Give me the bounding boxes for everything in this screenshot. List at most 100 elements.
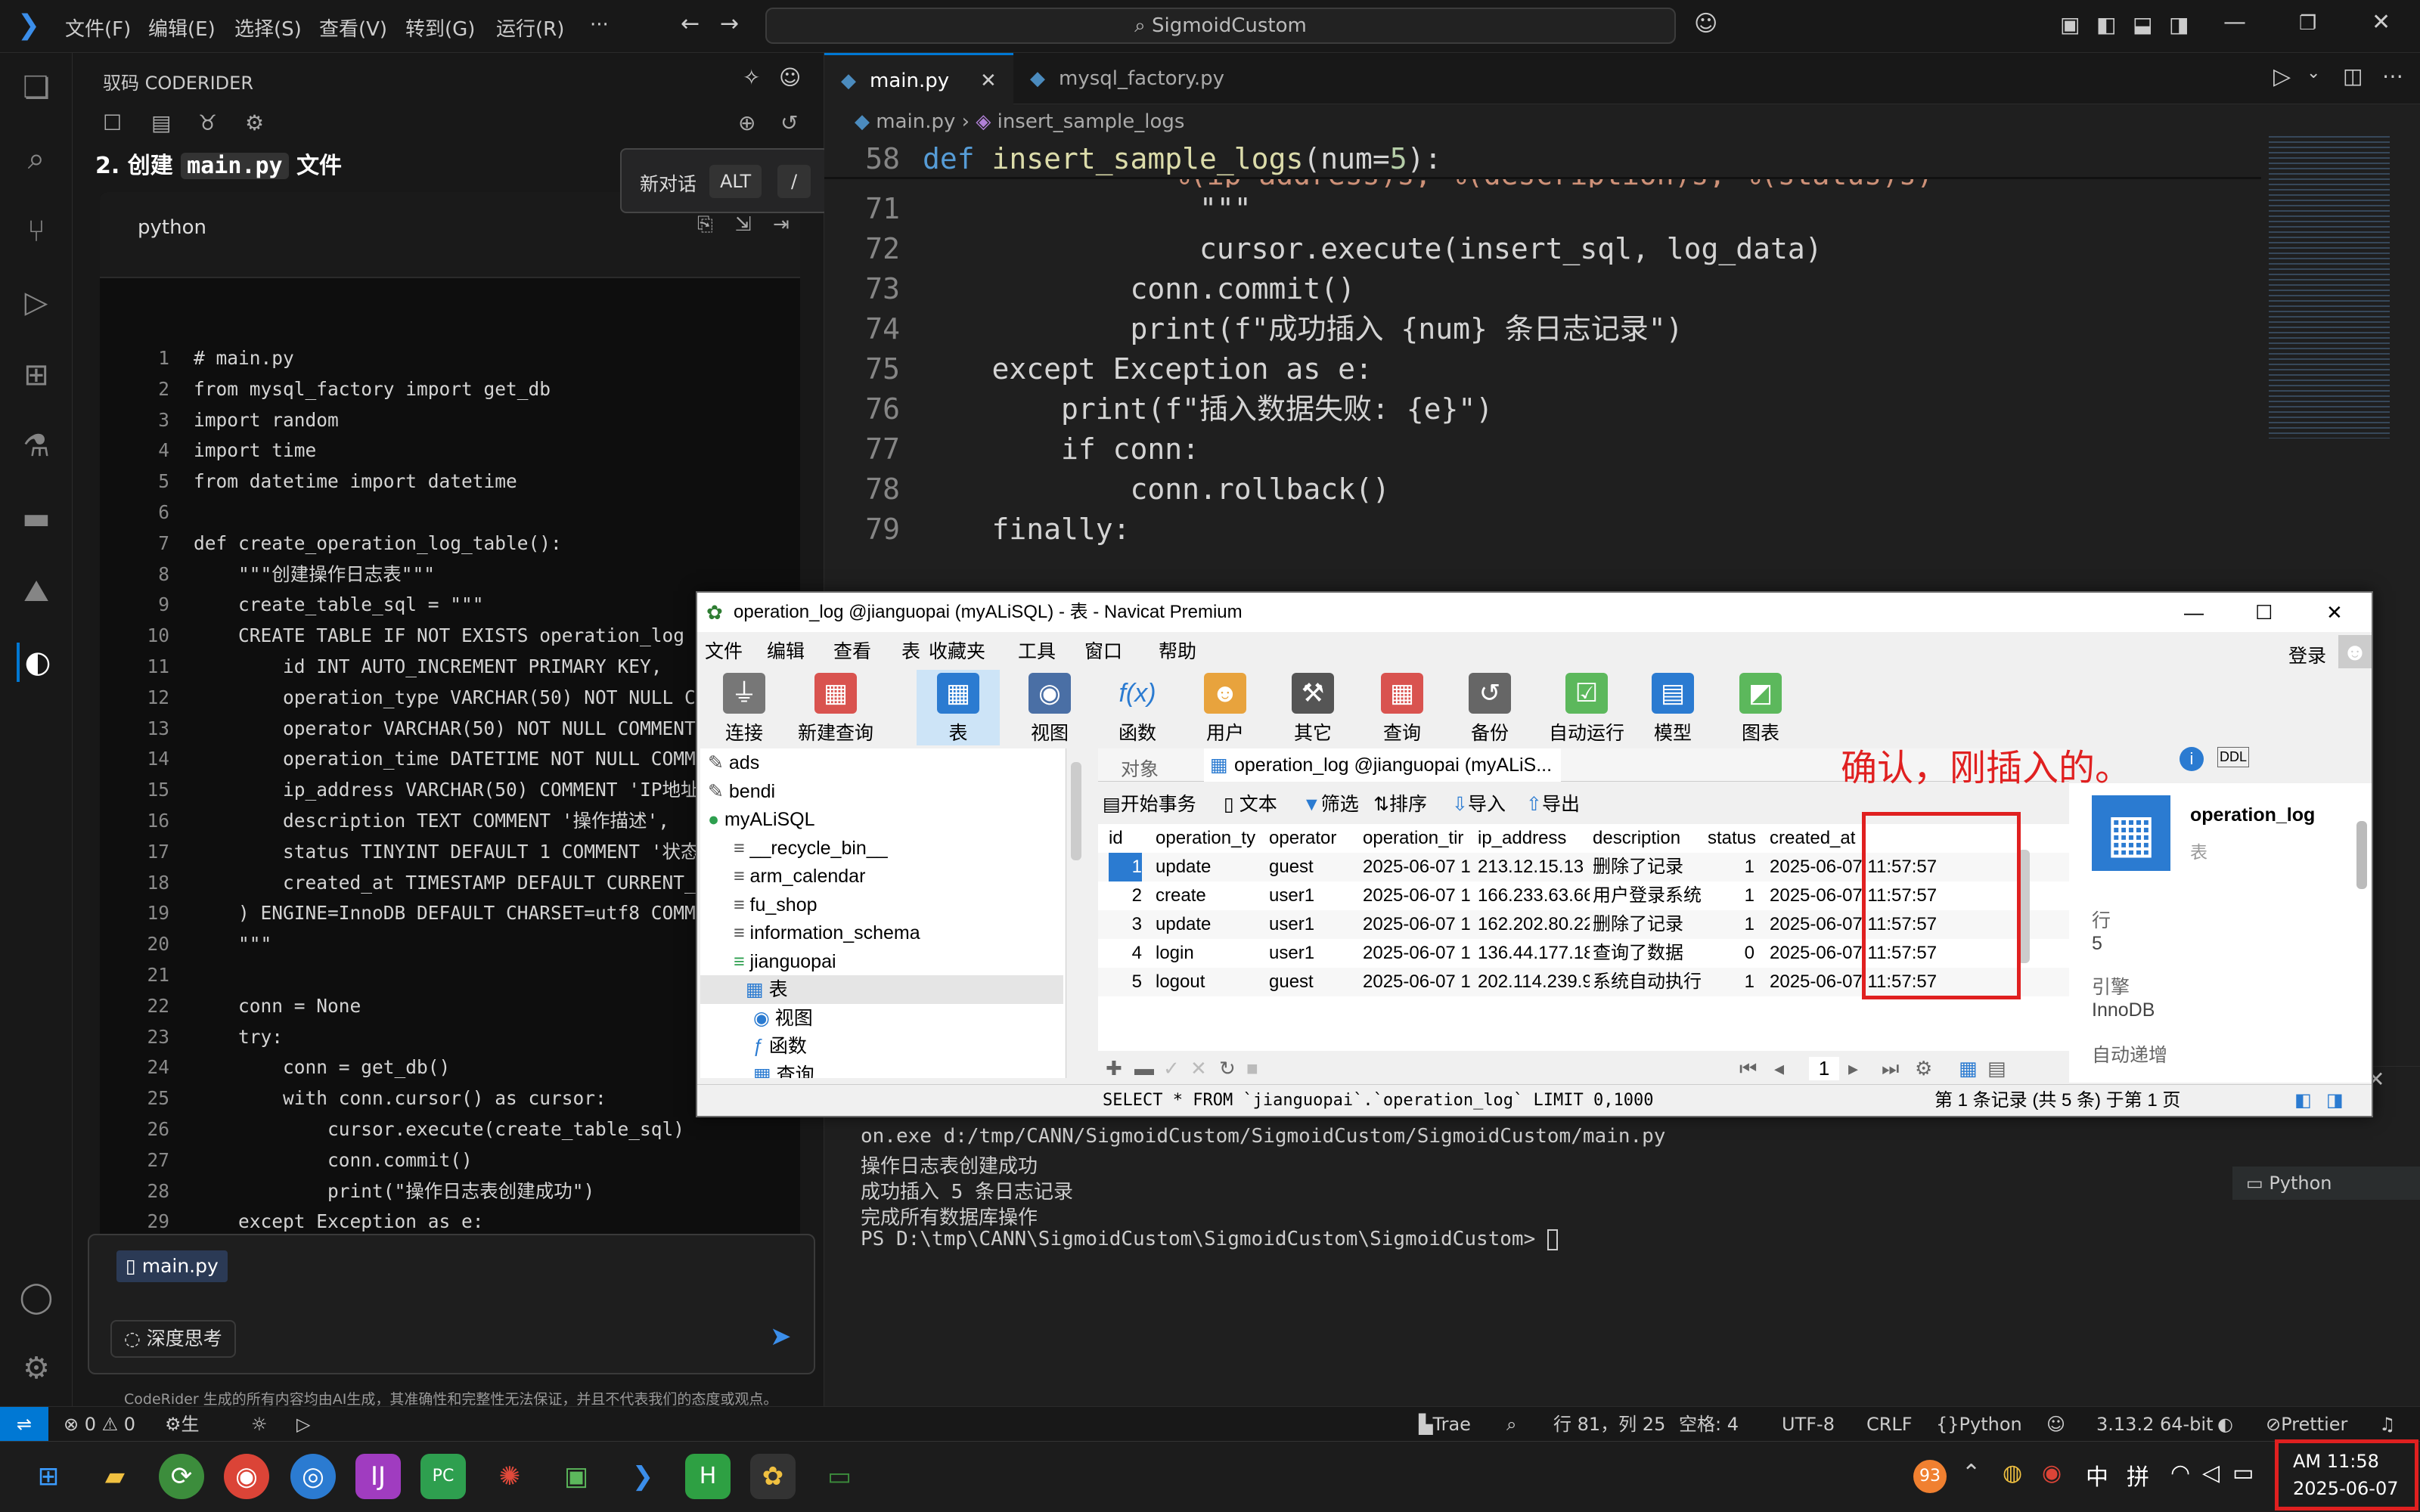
coderider-status-icon[interactable]: ◐ <box>2217 1407 2233 1442</box>
filter-button[interactable]: ▼筛选 <box>1302 789 1359 816</box>
menu-table[interactable]: 表 <box>901 637 920 664</box>
tree-node[interactable]: ✎ ads <box>708 748 759 777</box>
grid-view-icon[interactable]: ▦ <box>1959 1057 1978 1080</box>
table-cell[interactable]: 1 <box>1708 881 1754 910</box>
attachment-chip[interactable]: ▯ main.py <box>116 1250 228 1282</box>
navicat-taskbar-icon[interactable]: ✿ <box>750 1454 796 1499</box>
editor-line[interactable]: 74 print(f"成功插入 {num} 条日志记录") <box>824 309 2261 349</box>
table-cell[interactable]: 2025-06-07 1 <box>1363 968 1475 996</box>
info-scrollbar[interactable] <box>2356 821 2367 889</box>
pycharm-icon[interactable]: PC <box>420 1454 466 1499</box>
table-cell[interactable]: user1 <box>1269 881 1360 910</box>
wechat-files-icon[interactable]: ▣ <box>554 1454 599 1499</box>
more-actions-icon[interactable]: ⋯ <box>2382 64 2403 88</box>
delete-row-icon[interactable]: ▬ <box>1134 1057 1154 1080</box>
remote-icon[interactable]: ▬ <box>17 499 56 538</box>
table-cell[interactable]: guest <box>1269 968 1360 996</box>
chevron-down-icon[interactable]: ⌄ <box>2307 64 2320 82</box>
tree-node[interactable]: ◉ 视图 <box>753 1004 813 1033</box>
deploy-icon[interactable]: ⛰ <box>17 572 56 611</box>
sparkle-icon[interactable]: ✧ <box>743 65 760 90</box>
import-button[interactable]: ⇩导入 <box>1452 789 1506 816</box>
column-header[interactable]: operator <box>1269 824 1360 853</box>
split-editor-icon[interactable]: ◫ <box>2343 64 2363 88</box>
tab-main-py[interactable]: ◆ main.py ✕ <box>824 53 1013 104</box>
refresh-icon[interactable]: ↻ <box>1219 1057 1236 1080</box>
table-cell[interactable]: create <box>1156 881 1266 910</box>
indentation[interactable]: 空格: 4 <box>1679 1407 1739 1442</box>
notifications-icon[interactable]: ♫ <box>2379 1407 2396 1442</box>
toolbar-automation[interactable]: ☑ 自动运行 <box>1541 670 1632 745</box>
editor-line[interactable]: 76 print(f"插入数据失败: {e}") <box>824 389 2261 429</box>
wifi-icon[interactable]: ◠ <box>2170 1460 2190 1486</box>
menu-view[interactable]: 查看 <box>833 637 871 664</box>
panel-settings-icon[interactable]: ⚙ <box>245 110 264 135</box>
chat-icon[interactable]: ☐ <box>103 110 122 135</box>
ime-pinyin[interactable]: 拼 <box>2127 1458 2149 1492</box>
column-header[interactable]: description <box>1593 824 1705 853</box>
table-cell[interactable]: 用户登录系统 <box>1593 881 1705 910</box>
column-header[interactable]: operation_ty <box>1156 824 1266 853</box>
chrome-icon[interactable]: ◉ <box>224 1454 269 1499</box>
cursor-position[interactable]: 行 81，列 25 <box>1553 1407 1665 1442</box>
hbuilder-icon[interactable]: H <box>685 1454 731 1499</box>
menu-file[interactable]: 文件(F) <box>65 14 131 42</box>
column-header[interactable]: operation_tir <box>1363 824 1475 853</box>
generate-button[interactable]: ⚙ 生成 <box>165 1407 200 1470</box>
table-cell[interactable]: 4 <box>1109 939 1142 968</box>
intellij-icon[interactable]: IJ <box>355 1454 401 1499</box>
toolbar-other[interactable]: ⚒ 其它 <box>1277 670 1349 745</box>
close-icon[interactable]: ✕ <box>2372 9 2391 36</box>
minimap[interactable] <box>2269 136 2390 438</box>
table-cell[interactable]: logout <box>1156 968 1266 996</box>
remote-indicator-icon[interactable]: ⇌ <box>0 1407 48 1442</box>
table-cell[interactable]: update <box>1156 853 1266 881</box>
tree-node[interactable]: ▦ 查询 <box>753 1061 814 1079</box>
extensions-icon[interactable]: ⊞ <box>17 355 56 395</box>
table-cell[interactable]: update <box>1156 910 1266 939</box>
table-cell[interactable]: 0 <box>1708 939 1754 968</box>
sidebar-left-icon[interactable]: ◧ <box>2294 1085 2312 1117</box>
user-icon[interactable]: ☺ <box>779 65 801 90</box>
agent-icon[interactable]: ♉ <box>198 110 217 135</box>
tree-node[interactable]: ƒ 函数 <box>753 1032 807 1061</box>
toggle-sidebar-icon[interactable]: ◧ <box>2096 12 2116 37</box>
copilot-icon[interactable]: ☺ <box>1694 11 1717 37</box>
stop-icon[interactable]: ■ <box>1246 1057 1258 1080</box>
table-cell[interactable]: 2 <box>1109 881 1142 910</box>
settings-gear-icon[interactable]: ⚙ <box>17 1349 56 1388</box>
browser-icon[interactable]: ◎ <box>290 1454 336 1499</box>
toolbar-chart[interactable]: ◩ 图表 <box>1724 670 1797 745</box>
apply-icon[interactable]: ✓ <box>1163 1057 1180 1080</box>
tab-mysql-factory-py[interactable]: ◆ mysql_factory.py <box>1013 53 1240 104</box>
first-page-icon[interactable]: ⏮ <box>1739 1057 1757 1081</box>
text-button[interactable]: ▯ 文本 <box>1224 789 1277 816</box>
encoding[interactable]: UTF-8 <box>1782 1407 1835 1442</box>
menu-favorites[interactable]: 收藏夹 <box>929 637 985 664</box>
table-cell[interactable]: 136.44.177.18 <box>1478 939 1590 968</box>
table-cell[interactable]: 查询了数据 <box>1593 939 1705 968</box>
toolbar-query[interactable]: ▦ 查询 <box>1366 670 1438 745</box>
table-cell[interactable]: guest <box>1269 853 1360 881</box>
toolbar-model[interactable]: ▤ 模型 <box>1637 670 1709 745</box>
apply-icon[interactable]: ⇥ <box>773 213 790 236</box>
menu-help[interactable]: 帮助 <box>1159 637 1196 664</box>
close-icon[interactable]: ✕ <box>2326 593 2343 632</box>
battery-icon[interactable]: ▭ <box>2232 1460 2254 1486</box>
menu-tools[interactable]: 工具 <box>1018 637 1056 664</box>
history-icon[interactable]: ↺ <box>780 110 798 135</box>
zoom-icon[interactable]: ⌕ <box>1506 1407 1516 1442</box>
sort-button[interactable]: ⇅排序 <box>1373 789 1427 816</box>
tree-node[interactable]: ● myALiSQL <box>708 805 815 834</box>
vscode-icon[interactable]: ❯ <box>620 1454 666 1499</box>
menu-more[interactable]: ··· <box>590 14 609 36</box>
table-cell[interactable]: 5 <box>1109 968 1142 996</box>
maximize-icon[interactable]: ☐ <box>2255 593 2273 632</box>
menu-run[interactable]: 运行(R) <box>496 14 564 42</box>
tree-node[interactable]: ▦ 表 <box>700 975 1063 1004</box>
next-page-icon[interactable]: ▸ <box>1848 1057 1858 1080</box>
page-number[interactable]: 1 <box>1809 1057 1839 1080</box>
layout-icon[interactable]: ▣ <box>2060 12 2080 37</box>
tree-scrollbar[interactable] <box>1071 762 1081 860</box>
discard-icon[interactable]: ✕ <box>1190 1057 1207 1080</box>
